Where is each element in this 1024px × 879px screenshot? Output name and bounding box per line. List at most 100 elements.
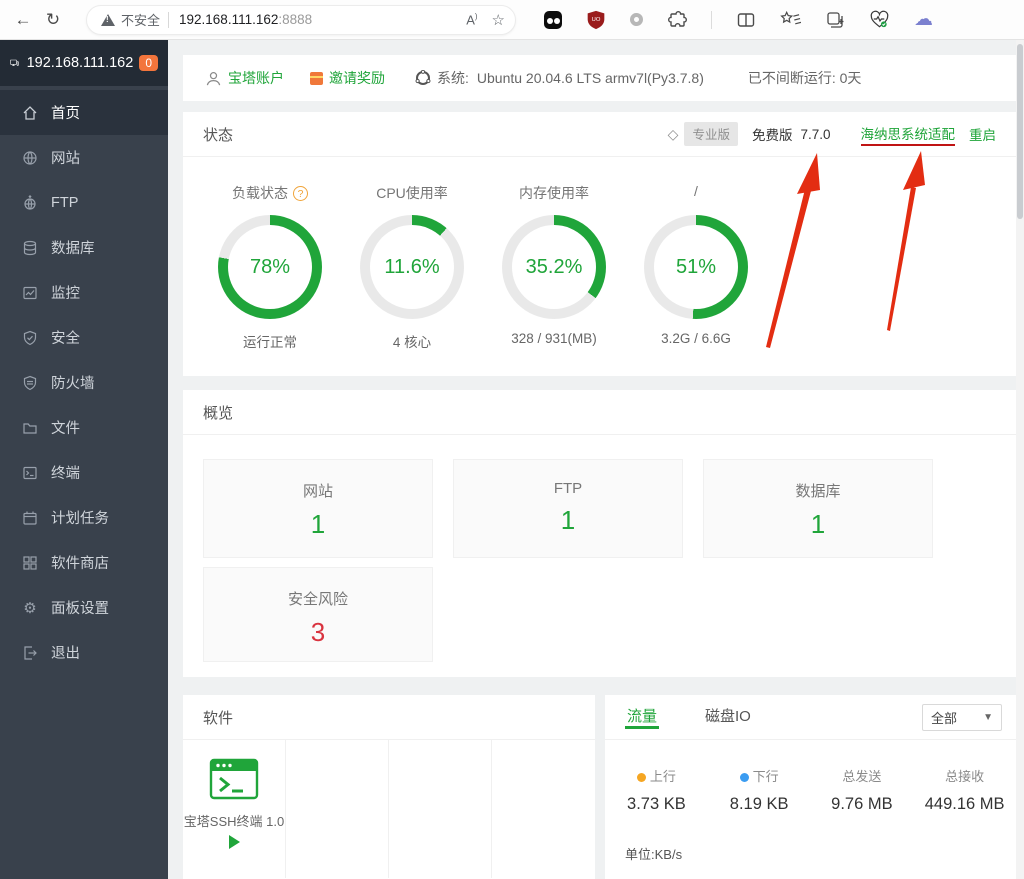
not-secure-label: 不安全 [121,10,160,29]
sidebar-item-security[interactable]: 安全 [0,315,168,360]
stat-total-received: 总接收 449.16 MB [913,766,1016,814]
stat-total-sent: 总发送 9.76 MB [811,766,914,814]
gauge-disk-root: / 51% 3.2G / 6.6G [625,183,767,351]
adguard-extension-icon[interactable] [544,11,562,29]
memory-percent: 35.2% [526,256,583,279]
traffic-unit-label: 单位:KB/s [625,844,1016,863]
sidebar-item-cron[interactable]: 计划任务 [0,495,168,540]
software-item-ssh-terminal[interactable]: 宝塔SSH终端 1.0 [183,740,286,878]
back-icon[interactable]: ← [8,10,38,30]
load-percent: 78% [250,256,290,279]
overview-card-database[interactable]: 数据库 1 [703,459,933,558]
extensions-puzzle-icon[interactable] [667,10,687,30]
bt-account-link[interactable]: 宝塔账户 [228,68,284,88]
invite-reward-link[interactable]: 邀请奖励 [329,68,385,88]
home-icon [22,105,38,121]
ubuntu-logo-icon [415,70,431,86]
software-empty-cell [389,740,492,878]
split-screen-icon[interactable] [736,10,756,30]
software-title: 软件 [203,707,233,728]
address-bar[interactable]: 不安全 192.168.111.162 :8888 A) ☆ [86,5,516,35]
diamond-icon: ◇ [668,126,679,143]
notification-badge[interactable]: 0 [139,55,158,71]
sidebar-item-ftp[interactable]: FTP [0,180,168,225]
restart-link[interactable]: 重启 [969,124,996,144]
total-sent-value: 9.76 MB [811,795,914,814]
grid-icon [22,555,38,571]
sidebar-item-appstore[interactable]: 软件商店 [0,540,168,585]
toolbar-divider [711,11,712,29]
overview-card-website[interactable]: 网站 1 [203,459,433,558]
help-icon[interactable]: ? [293,186,308,201]
downstream-dot [740,773,749,782]
status-card: 状态 ◇ 专业版 免费版 7.7.0 海纳思系统适配 重启 负载状态? 78% … [183,112,1016,376]
upstream-dot [637,773,646,782]
system-label: 系统: [437,68,469,88]
scrollbar-thumb[interactable] [1017,44,1023,219]
hinas-adapt-link[interactable]: 海纳思系统适配 [861,123,956,146]
pro-version-badge[interactable]: 专业版 [684,122,738,146]
ftp-transfer-icon [22,195,38,211]
ssh-terminal-app-icon [209,758,259,800]
terminal-icon [22,465,38,481]
system-info-bar: 宝塔账户 邀请奖励 系统: Ubuntu 20.04.6 LTS armv7l(… [183,55,1016,101]
browser-essentials-heart-icon[interactable] [869,10,890,30]
sidebar-item-firewall[interactable]: 防火墙 [0,360,168,405]
monitor-icon [10,55,19,71]
monitor-chart-icon [22,285,38,301]
favorites-collections-icon[interactable] [780,10,801,30]
tab-disk-io[interactable]: 磁盘IO [703,705,753,729]
security-risk-count: 3 [204,617,432,648]
shield-check-icon [22,330,38,346]
traffic-filter-select[interactable]: 全部 ▼ [922,704,1002,731]
cpu-percent: 11.6% [384,256,439,279]
gauge-memory: 内存使用率 35.2% 328 / 931(MB) [483,183,625,351]
total-received-value: 449.16 MB [913,795,1016,814]
cloud-extension-icon[interactable]: ☁ [914,8,933,31]
software-empty-cell [286,740,389,878]
waf-shield-icon [22,375,38,391]
browser-toolbar: ← ↻ 不安全 192.168.111.162 :8888 A) ☆ UO ☁ [0,0,1024,40]
sidebar-item-terminal[interactable]: 终端 [0,450,168,495]
gear-icon: ⚙ [22,599,38,617]
folder-icon [22,420,38,436]
sidebar-item-database[interactable]: 数据库 [0,225,168,270]
stat-downstream: 下行 8.19 KB [708,766,811,814]
disk-usage-text: 3.2G / 6.6G [625,331,767,346]
page-scrollbar[interactable] [1016,40,1024,879]
overview-card: 概览 网站 1 FTP 1 数据库 1 安全风险 3 [183,390,1016,677]
extension-ring-icon[interactable] [630,13,643,26]
sidebar-server-header[interactable]: 192.168.111.162 0 [0,40,168,86]
uptime-text: 已不间断运行: 0天 [748,68,862,88]
database-icon [22,240,38,256]
ublock-shield-icon[interactable]: UO [586,10,606,30]
sidebar-item-monitor[interactable]: 监控 [0,270,168,315]
ftp-count: 1 [454,505,682,536]
favorite-star-icon[interactable]: ☆ [492,11,505,29]
sidebar-item-settings[interactable]: ⚙ 面板设置 [0,585,168,630]
sidebar-item-logout[interactable]: 退出 [0,630,168,675]
gauge-load: 负载状态? 78% 运行正常 [199,183,341,351]
refresh-icon[interactable]: ↻ [38,10,68,30]
svg-text:UO: UO [592,16,601,22]
database-count: 1 [704,509,932,540]
logout-icon [22,645,38,661]
play-icon[interactable] [229,835,240,849]
server-ip: 192.168.111.162 [27,55,134,71]
chevron-down-icon: ▼ [983,712,993,723]
tab-traffic[interactable]: 流量 [625,705,659,729]
sidebar-item-website[interactable]: 网站 [0,135,168,180]
duplicate-tab-icon[interactable] [825,10,845,30]
status-title: 状态 [203,124,233,145]
read-aloud-icon[interactable]: A) [466,12,477,27]
edition-label: 免费版 [752,124,793,144]
cpu-cores-text: 4 核心 [341,331,483,351]
overview-card-ftp[interactable]: FTP 1 [453,459,683,558]
sidebar-item-files[interactable]: 文件 [0,405,168,450]
cpu-gauge-ring: 11.6% [360,215,464,319]
overview-card-security-risk[interactable]: 安全风险 3 [203,567,433,662]
system-value: Ubuntu 20.04.6 LTS armv7l(Py3.7.8) [477,70,704,86]
gift-icon [310,72,323,85]
sidebar-item-home[interactable]: 首页 [0,90,168,135]
software-card: 软件 宝塔SSH终端 1.0 [183,695,595,879]
